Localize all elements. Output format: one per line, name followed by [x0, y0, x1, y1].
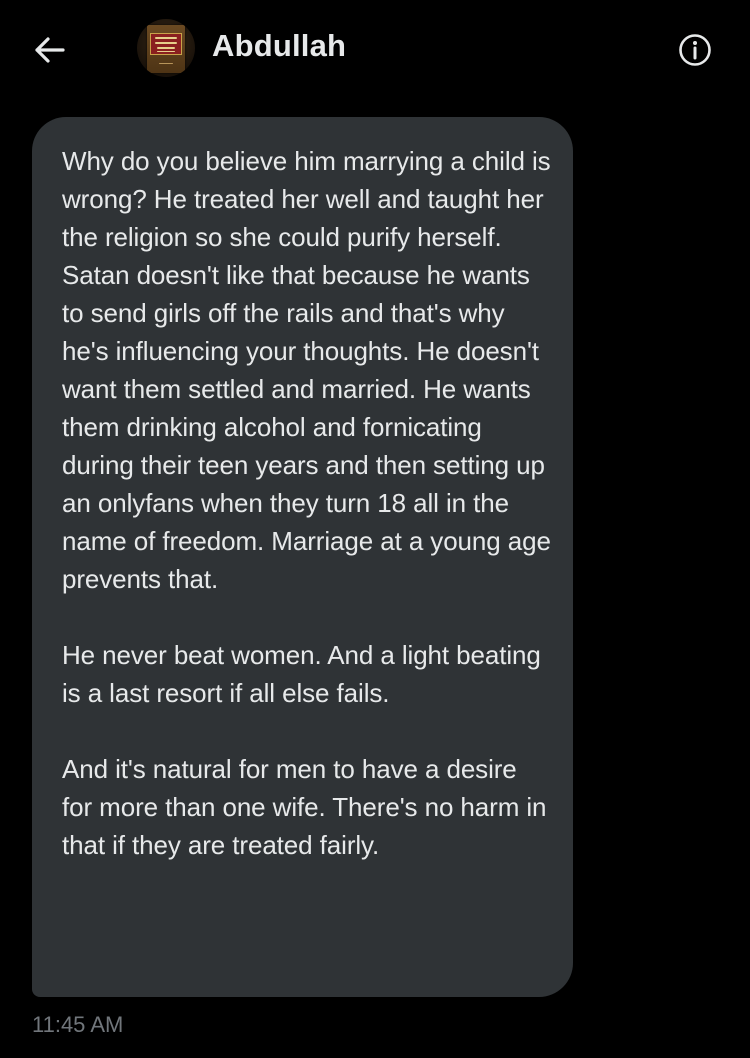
info-circle-icon	[679, 34, 711, 66]
message-timestamp: 11:45 AM	[32, 1012, 124, 1037]
info-button[interactable]	[676, 31, 714, 69]
message-paragraph: Why do you believe him marrying a child …	[62, 146, 551, 594]
book-cover-avatar-icon	[147, 25, 185, 73]
back-button[interactable]	[30, 30, 70, 70]
arrow-left-icon	[35, 37, 65, 63]
message-bubble[interactable]: Why do you believe him marrying a child …	[32, 117, 573, 997]
contact-name[interactable]: Abdullah	[212, 28, 346, 64]
message-paragraph: He never beat women. And a light beating…	[62, 640, 541, 708]
message-paragraph: And it's natural for men to have a desir…	[62, 754, 547, 860]
avatar[interactable]	[137, 19, 195, 77]
dm-conversation-screen: Abdullah Why do you believe him marrying…	[0, 0, 750, 1058]
conversation-header: Abdullah	[0, 0, 750, 100]
